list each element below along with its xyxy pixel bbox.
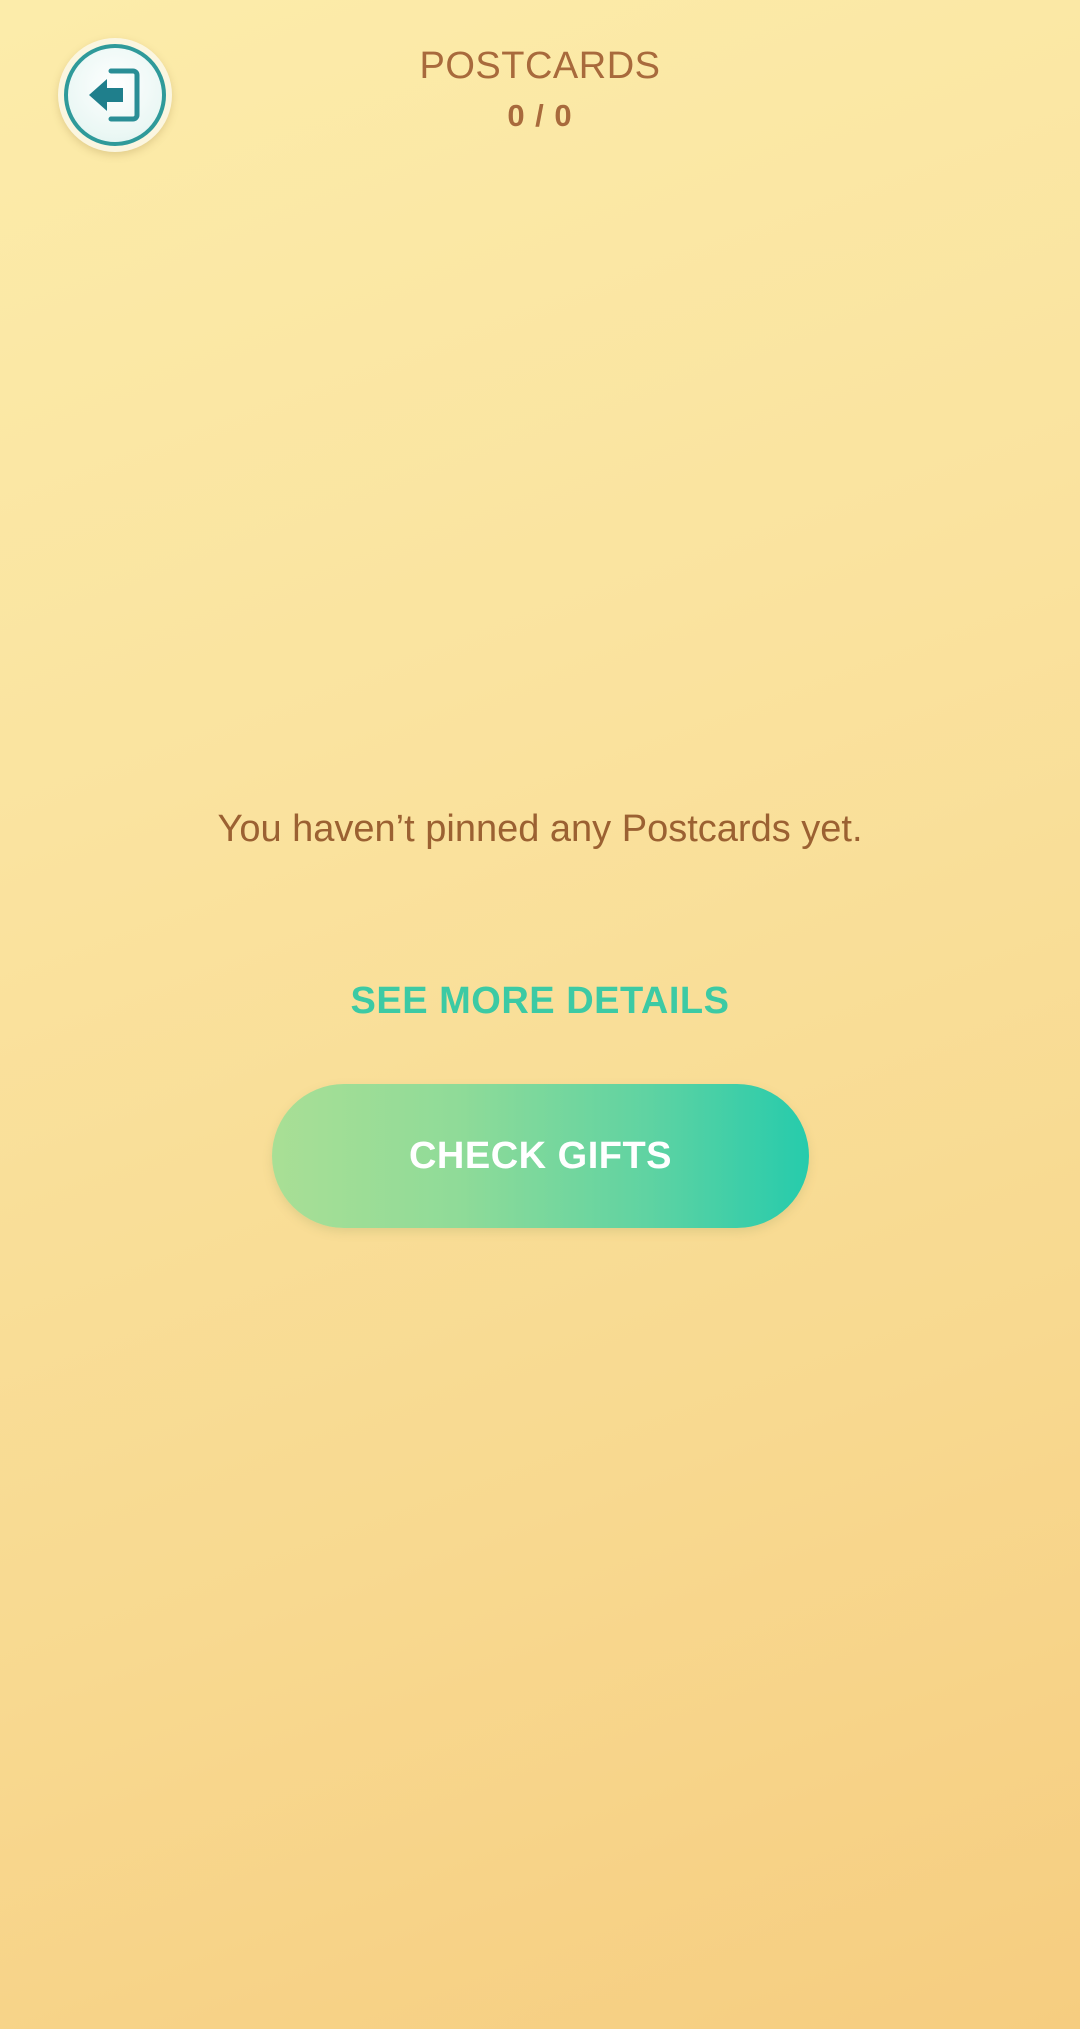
page-title: POSTCARDS [419, 45, 661, 87]
check-gifts-button[interactable]: CHECK GIFTS [272, 1084, 809, 1228]
see-more-details-link[interactable]: SEE MORE DETAILS [0, 980, 1080, 1023]
check-gifts-label: CHECK GIFTS [408, 1134, 673, 1177]
postcard-counter: 0 / 0 [507, 98, 573, 133]
header: POSTCARDS 0 / 0 [0, 40, 1080, 134]
empty-state-message: You haven’t pinned any Postcards yet. [217, 808, 863, 850]
